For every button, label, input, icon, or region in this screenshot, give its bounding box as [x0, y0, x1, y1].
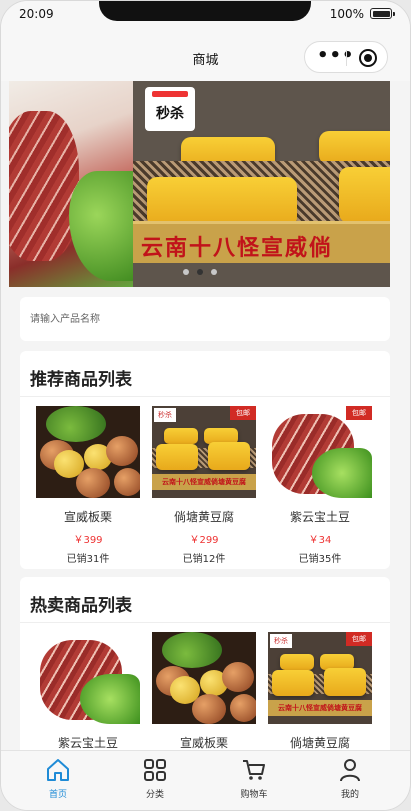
product-card-potato[interactable]: 包邮 紫云宝土豆 ￥34 已销35件 [266, 406, 374, 565]
cart-icon [213, 757, 295, 785]
product-name: 倘塘黄豆腐 [289, 736, 350, 750]
tab-category[interactable]: 分类 [114, 757, 196, 800]
tab-label: 购物车 [240, 790, 268, 800]
product-sold-count: 已销31件 [66, 554, 110, 565]
user-icon [309, 757, 391, 785]
status-time: 20:09 [19, 7, 54, 21]
product-sold-count: 已销12件 [182, 554, 226, 565]
banner-carousel[interactable]: 秒杀 云南十八怪宣威倘 [9, 81, 390, 287]
carousel-dot[interactable] [210, 269, 217, 275]
product-name: 宣威板栗 [63, 510, 112, 524]
product-image: 秒杀 包邮 云南十八怪宣威倘塘黄豆腐 [152, 406, 256, 498]
product-price: ￥399 [73, 535, 103, 546]
status-bar: 20:09 100% [1, 1, 410, 29]
carousel-indicators [9, 260, 390, 279]
battery-percentage: 100% [329, 7, 364, 21]
divider [20, 396, 390, 397]
product-price: ￥299 [189, 535, 219, 546]
product-card-tofu[interactable]: 秒杀 包邮 云南十八怪宣威倘塘黄豆腐 倘塘黄豆腐 ￥299 已销12件 [150, 406, 258, 565]
bottom-tab-bar: 首页 分类 购物车 我的 [1, 750, 410, 810]
product-image [36, 406, 140, 498]
grid-icon [114, 757, 196, 785]
product-image [36, 632, 140, 724]
product-card-chestnut[interactable]: 宣威板栗 [150, 632, 258, 751]
banner-slide-tofu-image: 秒杀 云南十八怪宣威倘 [133, 81, 390, 287]
battery-icon [370, 8, 395, 19]
capsule-divider [346, 50, 347, 66]
product-name: 紫云宝土豆 [57, 736, 118, 750]
mini-program-capsule: ••• [304, 41, 388, 73]
banner-caption: 云南十八怪宣威倘 [133, 221, 390, 263]
product-card-tofu[interactable]: 秒杀 包邮 云南十八怪宣威倘塘黄豆腐 倘塘黄豆腐 [266, 632, 374, 751]
recommended-section: 推荐商品列表 宣威板栗 ￥399 已销31件 秒杀 包邮 云南十八怪宣威倘塘黄豆… [20, 351, 390, 569]
carousel-dot[interactable] [182, 269, 189, 275]
product-image: 包邮 [268, 406, 372, 498]
tab-label: 分类 [145, 790, 164, 800]
product-card-chestnut[interactable]: 宣威板栗 ￥399 已销31件 [34, 406, 142, 565]
product-name: 紫云宝土豆 [289, 510, 350, 524]
product-name: 宣威板栗 [179, 736, 228, 750]
sale-tag: 秒杀 [145, 87, 195, 131]
recommended-title: 推荐商品列表 [30, 370, 132, 390]
tab-cart[interactable]: 购物车 [213, 757, 295, 800]
tab-home[interactable]: 首页 [17, 757, 99, 800]
divider [20, 622, 390, 623]
notch [99, 1, 311, 21]
hot-title: 热卖商品列表 [30, 596, 132, 616]
product-image [152, 632, 256, 724]
product-card-potato[interactable]: 紫云宝土豆 [34, 632, 142, 751]
search-input[interactable] [30, 310, 370, 328]
product-price: ￥34 [308, 535, 332, 546]
product-image: 秒杀 包邮 云南十八怪宣威倘塘黄豆腐 [268, 632, 372, 724]
home-icon [17, 757, 99, 785]
more-menu-icon[interactable]: ••• [317, 47, 355, 65]
close-capsule-icon[interactable] [359, 49, 377, 67]
tab-profile[interactable]: 我的 [309, 757, 391, 800]
product-name: 倘塘黄豆腐 [173, 510, 234, 524]
hot-section: 热卖商品列表 紫云宝土豆 宣威板栗 秒杀 包邮 云南十八怪宣威倘塘黄豆腐 倘塘黄… [20, 577, 390, 777]
banner-slide-ham-image [9, 81, 139, 287]
navigation-bar: 商城 ••• [1, 29, 410, 81]
tab-label: 首页 [48, 790, 67, 800]
tab-label: 我的 [340, 790, 359, 800]
search-bar [20, 297, 390, 341]
product-sold-count: 已销35件 [298, 554, 342, 565]
carousel-dot-active[interactable] [196, 269, 203, 275]
phone-screen: 20:09 100% 商城 ••• 秒杀 云南十八怪宣威倘 请输入产品名称 推荐… [0, 0, 411, 811]
